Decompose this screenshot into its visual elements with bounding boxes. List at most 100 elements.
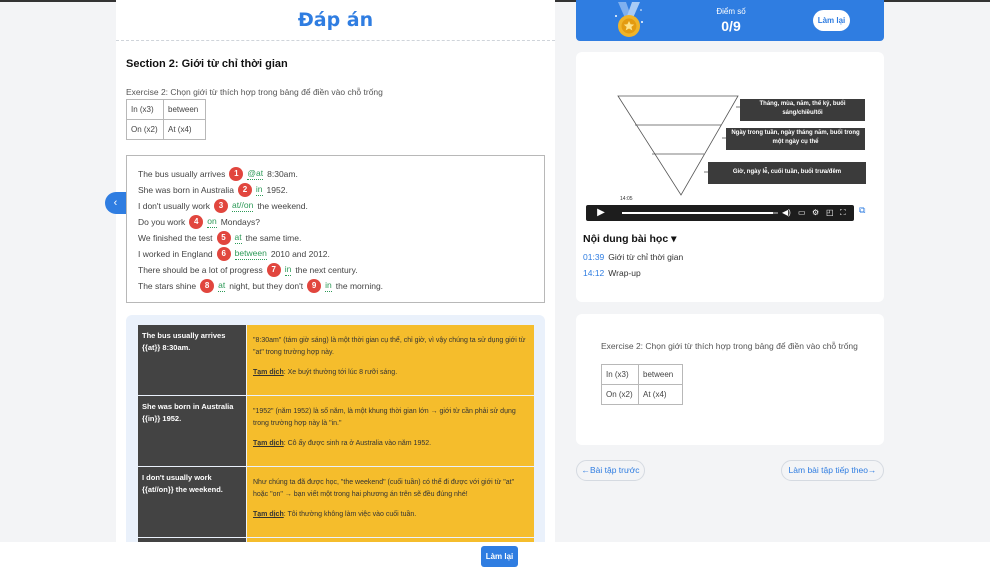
answer-sentence: Do you work 4 on Mondays? xyxy=(138,215,260,229)
answer-value: at//on xyxy=(232,200,254,212)
translation-label: Tạm dịch xyxy=(253,511,284,518)
question-number-badge: 5 xyxy=(216,231,231,245)
translation: Tạm dịch: Cô ấy được sinh ra ở Australia… xyxy=(253,438,528,450)
divider xyxy=(116,40,555,41)
lesson-content-title[interactable]: Nội dung bài học ▾ xyxy=(583,233,676,245)
sentence-text: the weekend. xyxy=(257,201,308,211)
exercise-card: Exercise 2: Chọn giới từ thích hợp trong… xyxy=(576,314,884,445)
explanation-row: She was born in Australia {{in}} 1952. "… xyxy=(138,396,534,466)
video-timestamp: 14:05 xyxy=(620,196,633,202)
retry-button[interactable]: Làm lại xyxy=(813,10,850,31)
table-cell: At (x4) xyxy=(638,384,683,405)
explanation-question: She was born in Australia {{in}} 1952. xyxy=(138,396,246,466)
question-number-badge: 6 xyxy=(216,247,231,261)
explanation-body: "8:30am" (tám giờ sáng) là một thời gian… xyxy=(247,325,534,395)
lesson-label: Giới từ chỉ thời gian xyxy=(608,252,684,262)
score-label: Điểm số xyxy=(716,7,746,16)
miniplayer-icon[interactable]: ◰ xyxy=(826,207,834,219)
sentence-text: The stars shine xyxy=(138,281,197,291)
video-progress-fill xyxy=(622,212,773,214)
answer-sentence: She was born in Australia 2 in 1952. xyxy=(138,183,288,197)
sentence-text: There should be a lot of progress xyxy=(138,265,263,275)
table-cell: between xyxy=(163,99,206,120)
translation-text: : Tôi thường không làm việc vào cuối tuầ… xyxy=(283,511,417,518)
table-row: In (x3) between xyxy=(126,99,206,120)
sentence-text: 1952. xyxy=(266,185,288,195)
lesson-label: Wrap-up xyxy=(608,268,641,278)
retry-bottom-button[interactable]: Làm lại xyxy=(481,546,518,567)
video-progress[interactable] xyxy=(622,212,778,214)
sentence-text: the next century. xyxy=(295,265,358,275)
question-number-badge: 7 xyxy=(266,263,281,277)
answer-value: at xyxy=(234,232,242,244)
answer-sentence: I don't usually work 3 at//on the weekend. xyxy=(138,199,308,213)
answer-value: at xyxy=(218,280,226,292)
sentence-text: 8:30am. xyxy=(267,169,298,179)
captions-icon[interactable]: ▭ xyxy=(798,207,806,219)
pyramid-label: Tháng, mùa, năm, thế kỷ, buổi sáng/chiều… xyxy=(759,101,846,116)
next-exercise-button[interactable]: Làm bài tập tiếp theo→ xyxy=(781,460,884,481)
explanation-text: Như chúng ta đã được học, "the weekend" … xyxy=(253,479,515,498)
volume-icon[interactable]: ◀) xyxy=(782,207,791,219)
answer-sentence: There should be a lot of progress 7 in the … xyxy=(138,263,358,277)
answer-value: in xyxy=(284,264,292,276)
lesson-time: 14:12 xyxy=(583,268,605,278)
fullscreen-icon[interactable]: ⛶ xyxy=(840,207,846,219)
external-link-icon[interactable]: ⧉ xyxy=(859,205,865,216)
answer-value: on xyxy=(207,216,217,228)
exercise-instruction: Exercise 2: Chọn giới từ thích hợp trong… xyxy=(126,87,383,97)
answer-sentence: The bus usually arrives 1 @at 8:30am. xyxy=(138,167,298,181)
video-controls: ▶ 14:05 ◀) ▭ ⚙ ◰ ⛶ xyxy=(586,196,854,221)
previous-exercise-button[interactable]: ←Bài tập trước xyxy=(576,460,645,481)
lesson-content-label: Nội dung bài học xyxy=(583,233,669,245)
explanation-body: "1952" (năm 1952) là số năm, là một khun… xyxy=(247,396,534,466)
table-cell: On (x2) xyxy=(601,384,639,405)
answer-sentence: We finished the test 5 at the same time. xyxy=(138,231,301,245)
sentence-text: the same time. xyxy=(245,233,302,243)
play-icon[interactable]: ▶ xyxy=(588,206,614,220)
explanation-body: Như chúng ta đã được học, "the weekend" … xyxy=(247,467,534,537)
gear-icon[interactable]: ⚙ xyxy=(812,207,819,219)
sentence-text: I worked in England xyxy=(138,249,213,259)
medal-icon xyxy=(615,2,643,37)
explanation-text: "8:30am" (tám giờ sáng) là một thời gian… xyxy=(253,337,526,356)
translation-label: Tạm dịch xyxy=(253,440,284,447)
explanation-question: I don't usually work {{at//on}} the week… xyxy=(138,467,246,537)
sentence-text: 2010 and 2012. xyxy=(270,249,330,259)
sentence-text: Mondays? xyxy=(220,217,260,227)
sentence-text: I don't usually work xyxy=(138,201,211,211)
answer-sentence: I worked in England 6 between 2010 and 2012… xyxy=(138,247,330,261)
explanation-row: The bus usually arrives {{at}} 8:30am. "… xyxy=(138,325,534,395)
page-title: Đáp án xyxy=(297,9,374,31)
explanation-row: I don't usually work {{at//on}} the week… xyxy=(138,467,534,537)
sentence-text: the morning. xyxy=(335,281,384,291)
translation: Tạm dịch: Xe buýt thường tới lúc 8 rưỡi … xyxy=(253,367,528,379)
pyramid-label: Ngày trong tuần, ngày tháng năm, buổi tr… xyxy=(731,130,860,145)
translation-text: : Cô ấy được sinh ra ở Australia vào năm… xyxy=(283,440,432,447)
answers-box: The bus usually arrives 1 @at 8:30am. She wa… xyxy=(126,155,545,303)
sentence-text: night, but they don't xyxy=(229,281,304,291)
bottom-bar: Làm lại xyxy=(0,542,990,569)
table-cell: At (x4) xyxy=(163,119,206,140)
table-cell: In (x3) xyxy=(601,364,639,385)
question-number-badge: 4 xyxy=(189,215,204,229)
sentence-text: She was born in Australia xyxy=(138,185,234,195)
lesson-item[interactable]: 01:39 Giới từ chỉ thời gian xyxy=(583,252,683,262)
answer-value: between xyxy=(234,248,267,260)
answer-value: in xyxy=(255,184,263,196)
explanation-question: The bus usually arrives {{at}} 8:30am. xyxy=(138,325,246,395)
collapse-panel-button[interactable]: ‹ xyxy=(105,192,126,214)
lesson-item[interactable]: 14:12 Wrap-up xyxy=(583,268,641,278)
answer-panel: Đáp án Section 2: Giới từ chỉ thời gian … xyxy=(116,0,555,542)
answer-sentence: The stars shine 8 at night, but they don't 9… xyxy=(138,279,383,293)
table-cell: On (x2) xyxy=(126,119,164,140)
answer-value: in xyxy=(325,280,332,292)
word-bank-table: In (x3) between On (x2) At (x4) xyxy=(126,99,206,140)
question-number-badge: 9 xyxy=(307,279,322,293)
score-value: 0/9 xyxy=(721,18,741,34)
explanation-text: "1952" (năm 1952) là số năm, là một khun… xyxy=(253,408,516,427)
video-card: Tháng, mùa, năm, thế kỷ, buổi sáng/chiều… xyxy=(576,52,884,302)
translation: Tạm dịch: Tôi thường không làm việc vào … xyxy=(253,509,528,521)
question-number-badge: 8 xyxy=(200,279,215,293)
question-number-badge: 1 xyxy=(229,167,244,181)
